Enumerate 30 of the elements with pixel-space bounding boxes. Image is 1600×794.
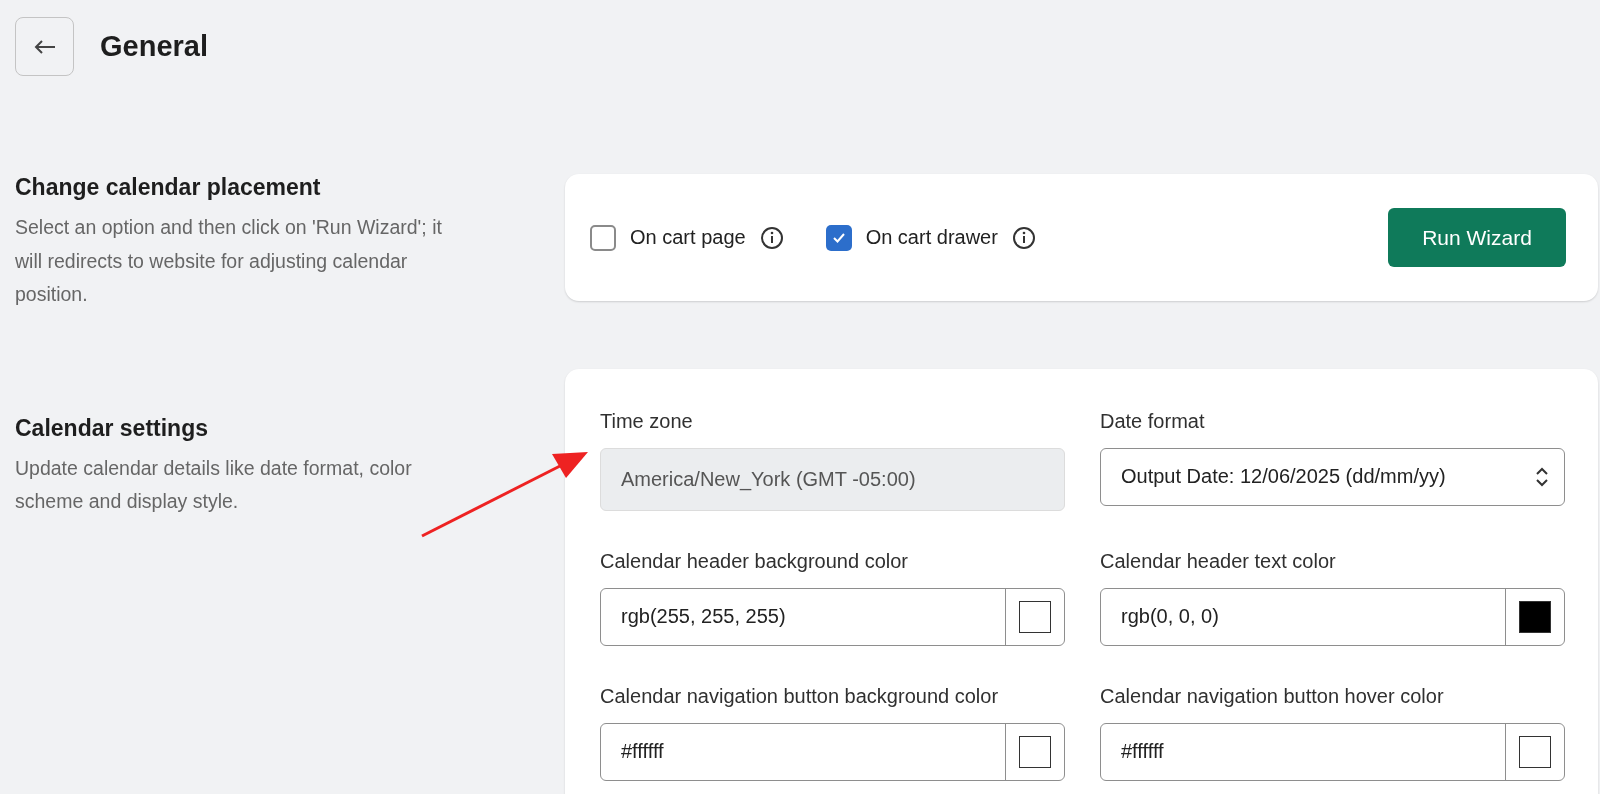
color-swatch[interactable]	[1519, 735, 1551, 768]
checkbox-label: On cart page	[630, 226, 746, 249]
field-label: Calendar header text color	[1100, 548, 1337, 574]
color-swatch[interactable]	[1519, 600, 1551, 633]
section-description: Select an option and then click on 'Run Wizard'; it will redirects to website for adjusting calendar position.	[15, 215, 443, 308]
section-description: Update calendar details like date format, color scheme and display style.	[15, 455, 413, 515]
section-heading: Change calendar placement	[15, 174, 322, 201]
chevron-up-down-icon	[1534, 465, 1550, 488]
section-heading: Calendar settings	[15, 414, 209, 442]
color-swatch[interactable]	[1019, 735, 1051, 768]
run-wizard-button[interactable]: Run Wizard	[1388, 208, 1566, 267]
field-label: Time zone	[600, 408, 694, 434]
info-icon[interactable]	[759, 225, 784, 250]
field-label: Date format	[1100, 408, 1206, 434]
field-label: Calendar header background color	[600, 548, 909, 574]
color-field[interactable]: rgb(0, 0, 0)	[1100, 587, 1565, 646]
checkbox-label: On cart drawer	[865, 226, 998, 249]
color-field[interactable]: rgb(255, 255, 255)	[600, 587, 1065, 646]
field-label: Calendar navigation button hover color	[1100, 683, 1445, 709]
info-icon[interactable]	[1011, 225, 1036, 250]
checkbox[interactable]	[590, 224, 616, 251]
color-field[interactable]: #ffffff	[600, 722, 1065, 781]
color-swatch[interactable]	[1019, 600, 1051, 633]
page-title: General	[100, 30, 208, 63]
checkbox[interactable]	[825, 224, 852, 251]
back-arrow-icon	[33, 38, 56, 55]
select-field[interactable]: Output Date: 12/06/2025 (dd/mm/yy)	[1100, 447, 1565, 506]
field-label: Calendar navigation button background color	[600, 683, 1000, 709]
check-icon	[831, 231, 846, 244]
color-field[interactable]: #ffffff	[1100, 722, 1565, 781]
